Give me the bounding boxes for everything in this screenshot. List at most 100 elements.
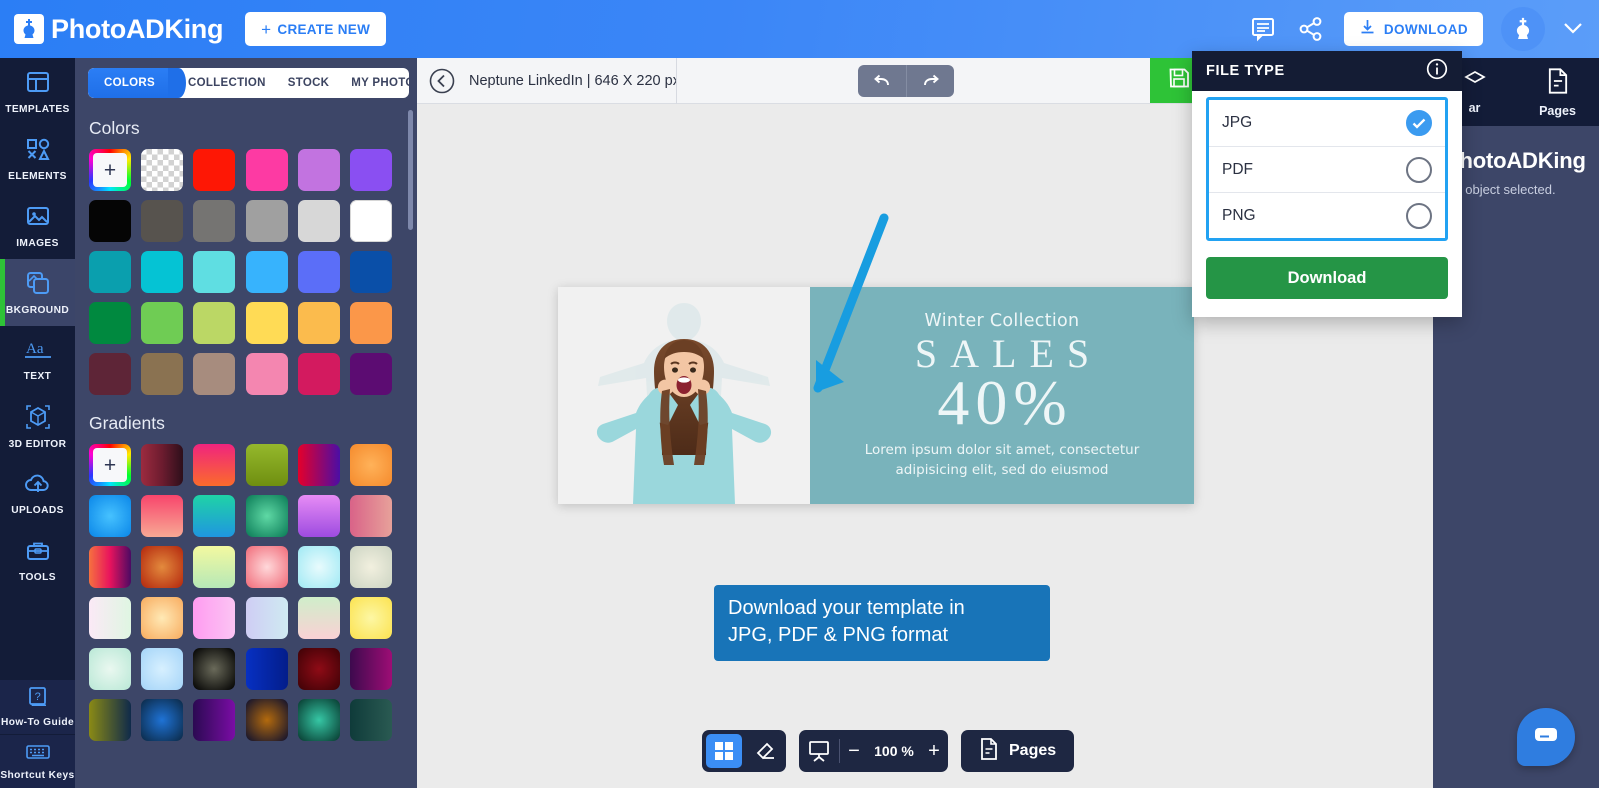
color-swatch-12[interactable]: [89, 251, 131, 293]
gradient-swatch-13[interactable]: [141, 546, 184, 588]
info-icon[interactable]: [1426, 58, 1448, 85]
color-swatch-18[interactable]: [89, 302, 131, 344]
panel-scrollbar[interactable]: [408, 110, 413, 230]
color-swatch-24[interactable]: [89, 353, 131, 395]
color-swatch-6[interactable]: [89, 200, 131, 242]
option-pdf[interactable]: PDF: [1209, 146, 1445, 192]
sidebar-item-templates[interactable]: TEMPLATES: [0, 58, 75, 125]
gradient-swatch-28[interactable]: [297, 648, 340, 690]
gradient-swatch-1[interactable]: [141, 444, 184, 486]
color-swatch-8[interactable]: [193, 200, 236, 242]
gradient-swatch-4[interactable]: [297, 444, 340, 486]
color-swatch-17[interactable]: [349, 251, 392, 293]
color-swatch-4[interactable]: [297, 149, 340, 191]
popover-download-button[interactable]: Download: [1206, 257, 1448, 299]
sidebar-item-elements[interactable]: ELEMENTS: [0, 125, 75, 192]
gradient-swatch-custom-picker[interactable]: +: [89, 444, 131, 486]
gradient-swatch-25[interactable]: [141, 648, 184, 690]
gradient-swatch-5[interactable]: [349, 444, 392, 486]
sidebar-item-bkground[interactable]: BKGROUND: [0, 259, 75, 326]
sidebar-item-how-to-guide[interactable]: ? How-To Guide: [0, 680, 75, 734]
brand-logo[interactable]: PhotoADKing: [14, 14, 223, 45]
sidebar-item-images[interactable]: IMAGES: [0, 192, 75, 259]
eraser-icon[interactable]: [746, 730, 786, 772]
option-png[interactable]: PNG: [1209, 192, 1445, 238]
color-swatch-27[interactable]: [245, 353, 288, 395]
color-swatch-14[interactable]: [193, 251, 236, 293]
color-swatch-28[interactable]: [297, 353, 340, 395]
gradient-swatch-20[interactable]: [193, 597, 236, 639]
gradient-swatch-11[interactable]: [349, 495, 392, 537]
download-button[interactable]: DOWNLOAD: [1343, 12, 1483, 46]
color-swatch-22[interactable]: [297, 302, 340, 344]
color-swatch-23[interactable]: [349, 302, 392, 344]
color-swatch-7[interactable]: [141, 200, 184, 242]
chevron-down-icon[interactable]: [1563, 19, 1583, 40]
gradient-swatch-17[interactable]: [349, 546, 392, 588]
gradient-swatch-12[interactable]: [89, 546, 131, 588]
color-swatch-19[interactable]: [141, 302, 184, 344]
color-swatch-16[interactable]: [297, 251, 340, 293]
radio-png[interactable]: [1406, 202, 1432, 229]
tab-colors[interactable]: COLORS: [88, 68, 186, 98]
gradient-swatch-34[interactable]: [297, 699, 340, 741]
option-jpg[interactable]: JPG: [1209, 100, 1445, 146]
gradient-swatch-3[interactable]: [245, 444, 288, 486]
sidebar-item-tools[interactable]: TOOLS: [0, 527, 75, 594]
undo-icon[interactable]: [858, 65, 906, 97]
presentation-icon[interactable]: [799, 730, 839, 772]
pages-button[interactable]: Pages: [961, 730, 1075, 772]
gradient-swatch-31[interactable]: [141, 699, 184, 741]
color-swatch-29[interactable]: [349, 353, 392, 395]
back-chevron-icon[interactable]: [427, 66, 457, 96]
color-swatch-15[interactable]: [245, 251, 288, 293]
color-swatch-26[interactable]: [193, 353, 236, 395]
gradient-swatch-8[interactable]: [193, 495, 236, 537]
tab-stock[interactable]: STOCK: [277, 68, 341, 98]
gradient-swatch-18[interactable]: [89, 597, 131, 639]
grid-view-icon[interactable]: [706, 734, 742, 768]
gradient-swatch-19[interactable]: [141, 597, 184, 639]
color-swatch-10[interactable]: [297, 200, 340, 242]
gradient-swatch-27[interactable]: [245, 648, 288, 690]
sidebar-item-uploads[interactable]: UPLOADS: [0, 460, 75, 527]
gradient-swatch-7[interactable]: [141, 495, 184, 537]
color-swatch-9[interactable]: [245, 200, 288, 242]
gradient-swatch-35[interactable]: [349, 699, 392, 741]
sidebar-item-3d-editor[interactable]: 3D EDITOR: [0, 393, 75, 460]
zoom-out-button[interactable]: −: [840, 741, 868, 761]
zoom-in-button[interactable]: +: [920, 741, 948, 761]
avatar[interactable]: [1501, 7, 1545, 51]
gradient-swatch-29[interactable]: [349, 648, 392, 690]
color-swatch-21[interactable]: [245, 302, 288, 344]
sidebar-item-text[interactable]: Aa TEXT: [0, 326, 75, 393]
color-swatch-13[interactable]: [141, 251, 184, 293]
color-swatch-transparent[interactable]: [141, 149, 184, 191]
radio-jpg[interactable]: [1406, 110, 1432, 136]
color-swatch-25[interactable]: [141, 353, 184, 395]
tab-collection[interactable]: COLLECTION: [177, 68, 277, 98]
gradient-swatch-14[interactable]: [193, 546, 236, 588]
gradient-swatch-24[interactable]: [89, 648, 131, 690]
radio-pdf[interactable]: [1406, 156, 1432, 183]
color-swatch-2[interactable]: [193, 149, 236, 191]
gradient-swatch-9[interactable]: [245, 495, 288, 537]
gradient-swatch-16[interactable]: [297, 546, 340, 588]
share-icon[interactable]: [1296, 14, 1326, 44]
gradient-swatch-26[interactable]: [193, 648, 236, 690]
gradient-swatch-32[interactable]: [193, 699, 236, 741]
design-artboard[interactable]: Winter Collection SALES 40% Lorem ipsum …: [558, 287, 1194, 504]
chat-button[interactable]: [1517, 708, 1575, 766]
gradient-swatch-22[interactable]: [297, 597, 340, 639]
gradient-swatch-23[interactable]: [349, 597, 392, 639]
comment-icon[interactable]: [1248, 14, 1278, 44]
color-swatch-3[interactable]: [245, 149, 288, 191]
gradient-swatch-6[interactable]: [89, 495, 131, 537]
gradient-swatch-2[interactable]: [193, 444, 236, 486]
color-swatch-5[interactable]: [349, 149, 392, 191]
color-swatch-custom-picker[interactable]: +: [89, 149, 131, 191]
color-swatch-20[interactable]: [193, 302, 236, 344]
redo-icon[interactable]: [906, 65, 954, 97]
sidebar-item-shortcut-keys[interactable]: Shortcut Keys: [0, 734, 75, 788]
gradient-swatch-15[interactable]: [245, 546, 288, 588]
